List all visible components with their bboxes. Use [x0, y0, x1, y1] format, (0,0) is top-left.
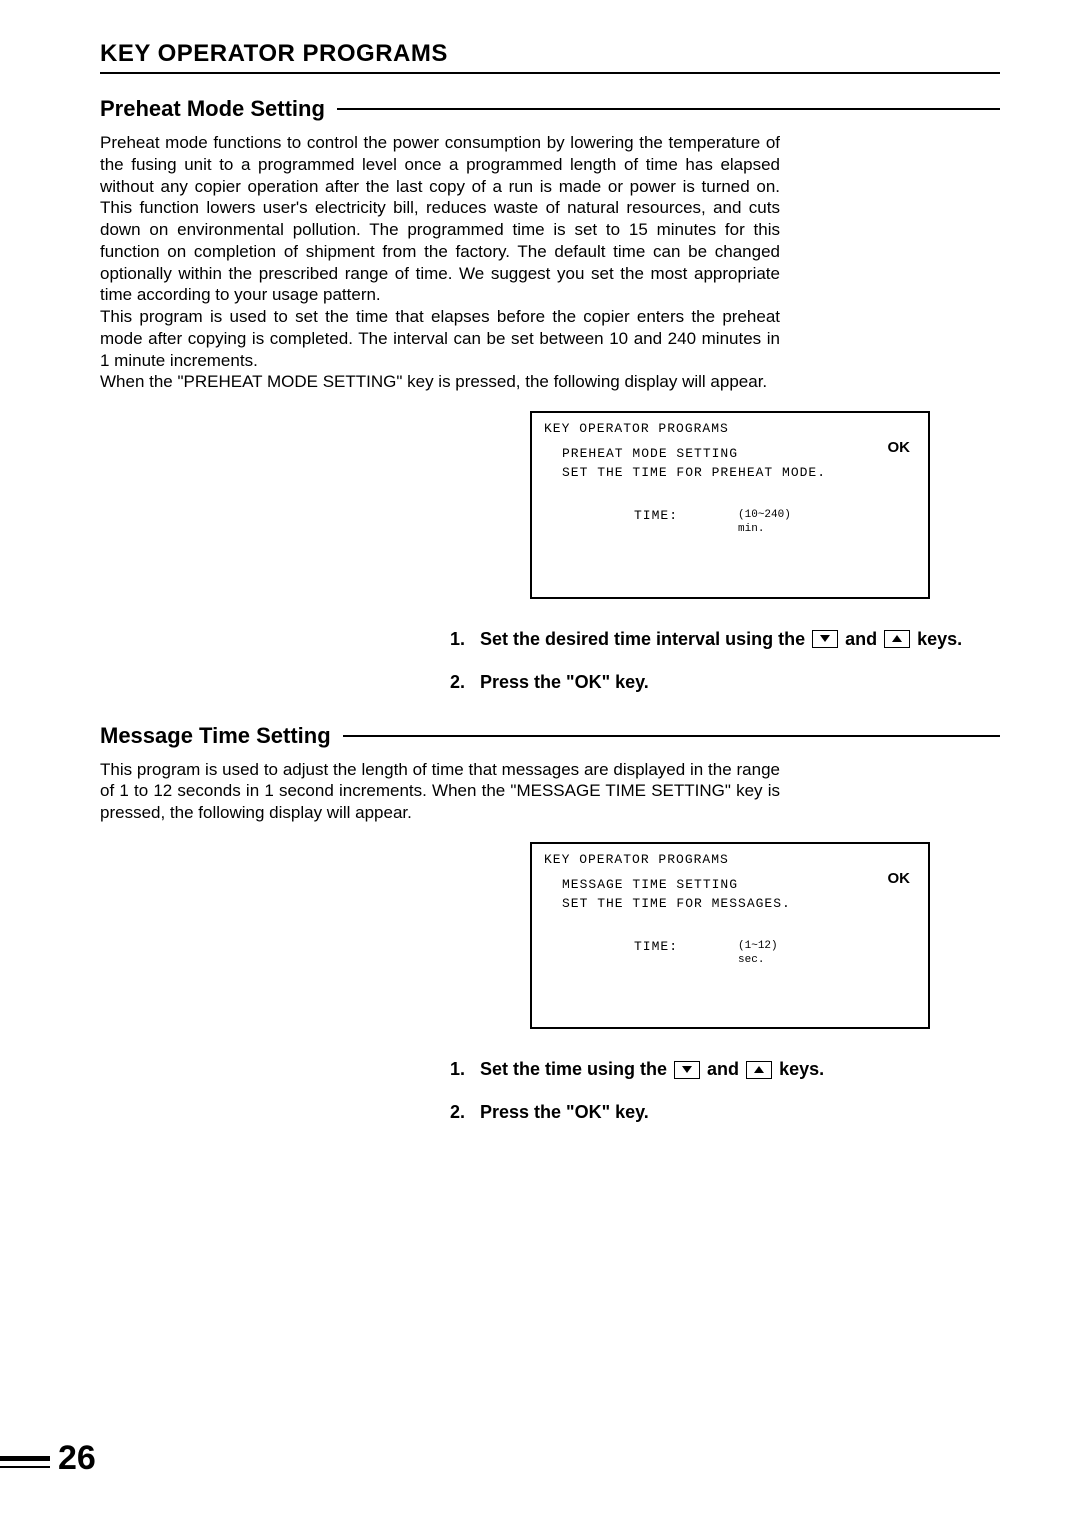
step-1-part-a: Set the time using the: [480, 1059, 672, 1079]
message-steps: 1. Set the time using the and keys. 2. P…: [450, 1059, 1000, 1123]
step-1-part-a: Set the desired time interval using the: [480, 629, 810, 649]
preheat-display-panel: KEY OPERATOR PROGRAMS PREHEAT MODE SETTI…: [530, 411, 930, 599]
panel-time-range: (10~240) min.: [738, 508, 791, 537]
step-text: Set the desired time interval using the …: [480, 629, 1000, 650]
section-title: Message Time Setting: [100, 723, 343, 749]
page-number-area: 26: [0, 1439, 96, 1478]
up-key-icon[interactable]: [884, 630, 910, 648]
panel-time-label: TIME:: [634, 939, 678, 954]
step-1: 1. Set the desired time interval using t…: [450, 629, 1000, 650]
panel-line-2: SET THE TIME FOR PREHEAT MODE.: [562, 465, 916, 480]
down-key-icon[interactable]: [812, 630, 838, 648]
section-rule: [337, 108, 1000, 110]
page-number: 26: [58, 1439, 96, 1478]
ok-button[interactable]: OK: [888, 439, 911, 456]
panel-line-2: SET THE TIME FOR MESSAGES.: [562, 896, 916, 911]
step-1-part-c: keys.: [779, 1059, 824, 1079]
step-number: 2.: [450, 672, 480, 693]
step-1-part-b: and: [707, 1059, 744, 1079]
section-heading-row: Message Time Setting: [100, 723, 1000, 749]
section-heading-row: Preheat Mode Setting: [100, 96, 1000, 122]
preheat-steps: 1. Set the desired time interval using t…: [450, 629, 1000, 693]
panel-range-1: (1~12): [738, 940, 778, 952]
panel-line-1: PREHEAT MODE SETTING: [562, 446, 916, 461]
panel-line-1: MESSAGE TIME SETTING: [562, 877, 916, 892]
step-1-part-c: keys.: [917, 629, 962, 649]
panel-range-2: min.: [738, 523, 764, 535]
down-key-icon[interactable]: [674, 1061, 700, 1079]
section-title: Preheat Mode Setting: [100, 96, 337, 122]
panel-range-2: sec.: [738, 954, 764, 966]
step-text: Press the "OK" key.: [480, 1102, 1000, 1123]
section-rule: [343, 735, 1000, 737]
preheat-paragraph-1: Preheat mode functions to control the po…: [100, 132, 780, 306]
panel-time-row: TIME: (1~12) sec.: [634, 939, 916, 968]
preheat-paragraph-2: This program is used to set the time tha…: [100, 306, 780, 371]
step-1: 1. Set the time using the and keys.: [450, 1059, 1000, 1080]
panel-time-row: TIME: (10~240) min.: [634, 508, 916, 537]
step-number: 1.: [450, 629, 480, 650]
page-number-bar-thick: [0, 1456, 50, 1461]
step-1-part-b: and: [845, 629, 882, 649]
page-number-bar-thin: [0, 1466, 50, 1468]
step-number: 1.: [450, 1059, 480, 1080]
panel-header: KEY OPERATOR PROGRAMS: [544, 421, 916, 436]
panel-header: KEY OPERATOR PROGRAMS: [544, 852, 916, 867]
step-text: Set the time using the and keys.: [480, 1059, 1000, 1080]
panel-time-range: (1~12) sec.: [738, 939, 778, 968]
step-2: 2. Press the "OK" key.: [450, 672, 1000, 693]
page-header: KEY OPERATOR PROGRAMS: [100, 40, 1000, 74]
step-2: 2. Press the "OK" key.: [450, 1102, 1000, 1123]
preheat-paragraph-3: When the "PREHEAT MODE SETTING" key is p…: [100, 371, 780, 393]
message-display-panel: KEY OPERATOR PROGRAMS MESSAGE TIME SETTI…: [530, 842, 930, 1030]
panel-time-label: TIME:: [634, 508, 678, 523]
up-key-icon[interactable]: [746, 1061, 772, 1079]
step-text: Press the "OK" key.: [480, 672, 1000, 693]
step-number: 2.: [450, 1102, 480, 1123]
message-paragraph: This program is used to adjust the lengt…: [100, 759, 780, 824]
panel-range-1: (10~240): [738, 509, 791, 521]
ok-button[interactable]: OK: [888, 870, 911, 887]
page-header-title: KEY OPERATOR PROGRAMS: [100, 40, 448, 67]
